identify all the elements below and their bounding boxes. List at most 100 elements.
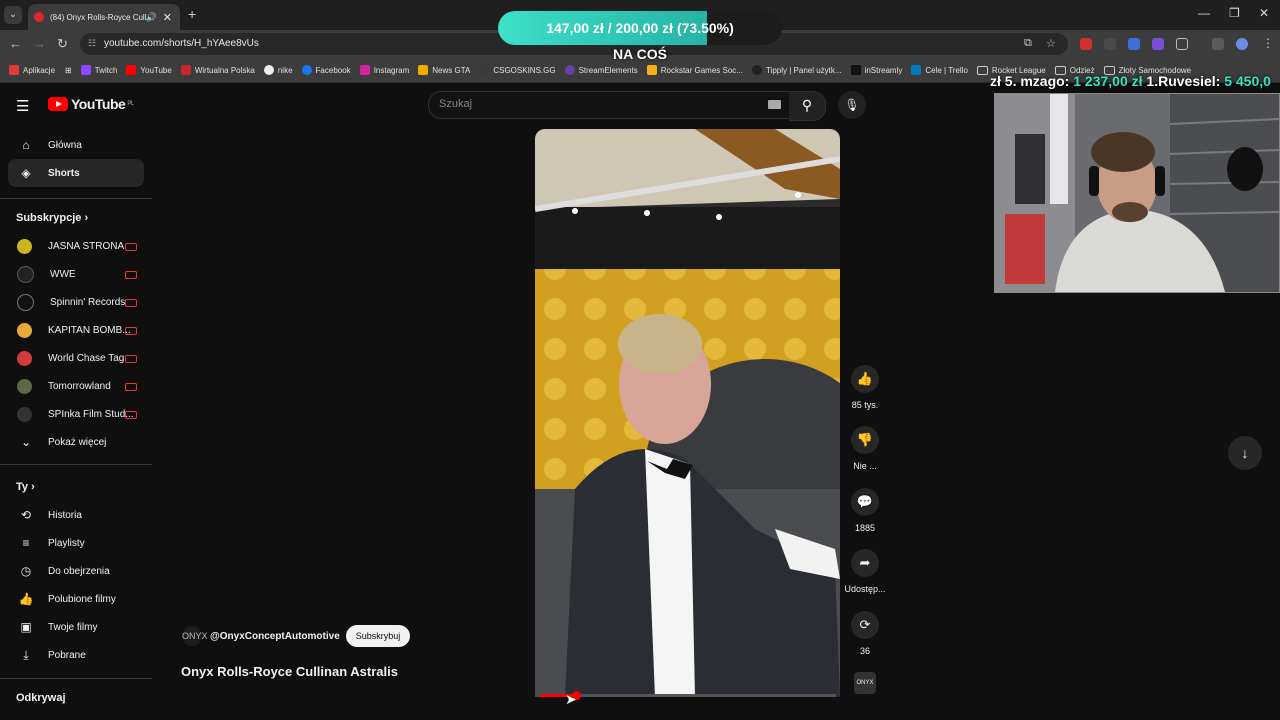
sidebar-item-downloads[interactable]: ⤓ Pobrane xyxy=(0,641,144,669)
minimize-icon[interactable]: — xyxy=(1198,6,1210,20)
comment-icon: 💬 xyxy=(851,488,879,516)
channel-name[interactable]: @OnyxConceptAutomotive xyxy=(210,631,340,642)
comments-button[interactable]: 💬 1885 xyxy=(844,488,886,533)
search-button[interactable]: ⚲ xyxy=(789,91,826,121)
show-more-button[interactable]: ⌄ Pokaż więcej xyxy=(0,428,144,456)
maximize-icon[interactable]: ❐ xyxy=(1229,6,1240,20)
video-title[interactable]: Onyx Rolls-Royce Cullinan Astralis xyxy=(181,664,398,679)
sound-button[interactable]: ONYX xyxy=(844,672,886,701)
bookmark-item[interactable]: News GTA xyxy=(418,65,470,75)
sidebar: ⌂ Główna ◈ Shorts Subskrypcje › JASNA STRO… xyxy=(0,0,152,720)
share-button[interactable]: ➦ Udostęp... xyxy=(844,549,886,594)
profile-avatar[interactable] xyxy=(1236,38,1248,50)
bookmark-item[interactable]: Instagram xyxy=(359,65,409,75)
microphone-icon: 🎙 xyxy=(844,98,860,112)
bookmark-item[interactable]: Wirtualna Polska xyxy=(180,65,255,75)
webcam-frame xyxy=(995,94,1279,292)
extensions-puzzle-icon[interactable] xyxy=(1176,38,1188,50)
remix-button[interactable]: ⟳ 36 xyxy=(844,611,886,656)
extension-blue-icon[interactable] xyxy=(1128,38,1140,50)
subscribe-button[interactable]: Subskrybuj xyxy=(345,625,411,647)
voice-search-button[interactable]: 🎙 xyxy=(838,91,866,119)
next-short-button[interactable]: ↓ xyxy=(1228,436,1262,470)
reading-list-icon[interactable] xyxy=(1212,38,1224,50)
channel-avatar[interactable]: ONYX xyxy=(182,626,208,646)
sidebar-divider xyxy=(0,464,152,465)
arrow-down-icon: ↓ xyxy=(1241,445,1249,461)
sidebar-item-your-videos[interactable]: ▣ Twoje filmy xyxy=(0,613,144,641)
download-icon: ⤓ xyxy=(23,647,29,662)
explore-heading: Odkrywaj xyxy=(16,692,66,704)
sidebar-item-liked[interactable]: 👍 Polubione filmy xyxy=(0,585,144,613)
video-icon: ▣ xyxy=(20,620,32,634)
you-heading[interactable]: Ty › xyxy=(16,481,35,493)
subscription-item[interactable]: SPInka Film Stud... xyxy=(0,400,144,428)
thumbs-down-icon: 👎 xyxy=(851,426,879,454)
browser-menu-icon[interactable]: ⋮ xyxy=(1262,36,1274,50)
extension-grey-icon[interactable] xyxy=(1104,38,1116,50)
live-indicator xyxy=(125,411,137,419)
channel-avatar xyxy=(17,238,32,254)
channel-avatar xyxy=(17,406,32,422)
channel-avatar xyxy=(17,322,32,338)
subscriptions-heading[interactable]: Subskrypcje › xyxy=(16,212,88,224)
search-icon: ⚲ xyxy=(801,97,813,113)
shorts-icon: ◈ xyxy=(21,166,31,180)
short-video-player[interactable] xyxy=(535,129,840,697)
donation-goal-caption: NA COŚ xyxy=(613,46,667,62)
search-placeholder: Szukaj xyxy=(439,98,473,110)
search-input[interactable]: Szukaj xyxy=(428,91,790,119)
channel-avatar xyxy=(17,293,34,311)
live-indicator xyxy=(125,271,137,279)
like-button[interactable]: 👍 85 tys. xyxy=(844,365,886,410)
bookmark-item[interactable]: Facebook xyxy=(301,65,351,75)
bookmark-item[interactable]: Rockstar Games Soc... xyxy=(646,65,743,75)
bookmark-item[interactable]: Cele | Trello xyxy=(911,65,968,75)
video-frame xyxy=(535,129,840,697)
keyboard-icon[interactable] xyxy=(768,100,781,109)
sidebar-item-history[interactable]: ⟲ Historia xyxy=(0,501,144,529)
bookmark-item[interactable]: CSGOSKINS.GG xyxy=(479,65,556,75)
home-icon: ⌂ xyxy=(22,138,30,152)
sidebar-divider xyxy=(0,678,152,679)
subscription-item[interactable]: Spinnin' Records xyxy=(0,288,144,316)
cast-icon[interactable]: ⧉ xyxy=(1024,37,1032,50)
mouse-cursor: ➤ xyxy=(565,691,577,707)
thumbs-up-icon: 👍 xyxy=(851,365,879,393)
new-tab-button[interactable]: + xyxy=(188,6,196,22)
donation-goal-bar: 147,00 zł / 200,00 zł (73.50%) xyxy=(498,11,782,45)
channel-avatar xyxy=(17,378,32,394)
subscription-item[interactable]: World Chase Tag xyxy=(0,344,144,372)
sidebar-item-home[interactable]: ⌂ Główna xyxy=(0,131,144,159)
live-indicator xyxy=(125,243,137,251)
subscription-item[interactable]: JASNA STRONA xyxy=(0,232,144,260)
channel-row: ONYX @OnyxConceptAutomotive Subskrybuj xyxy=(182,625,411,647)
close-tab-icon[interactable]: ✕ xyxy=(163,11,172,24)
streamer-webcam xyxy=(994,93,1280,293)
sidebar-item-watch-later[interactable]: ◷ Do obejrzenia xyxy=(0,557,144,585)
bookmark-star-icon[interactable]: ☆ xyxy=(1046,37,1056,50)
bookmark-item[interactable]: StreamElements xyxy=(564,65,638,75)
live-indicator xyxy=(125,299,137,307)
extension-red-icon[interactable] xyxy=(1080,38,1092,50)
bookmark-item[interactable]: nike xyxy=(263,65,293,75)
dislike-button[interactable]: 👎 Nie ... xyxy=(844,426,886,471)
history-icon: ⟲ xyxy=(20,508,32,522)
remix-icon: ⟳ xyxy=(851,611,879,639)
channel-avatar xyxy=(17,265,34,283)
chevron-down-icon: ⌄ xyxy=(20,435,32,449)
live-indicator xyxy=(125,327,137,335)
clock-icon: ◷ xyxy=(20,564,32,578)
close-window-icon[interactable]: ✕ xyxy=(1259,6,1269,20)
bookmark-item[interactable]: inStreamly xyxy=(850,65,902,75)
live-indicator xyxy=(125,383,137,391)
subscription-item[interactable]: Tomorrowland xyxy=(0,372,144,400)
subscription-item[interactable]: WWE xyxy=(0,260,144,288)
bookmark-item[interactable]: Tipply | Panel użytk... xyxy=(751,65,842,75)
subscription-item[interactable]: KAPITAN BOMB... xyxy=(0,316,144,344)
sidebar-item-shorts[interactable]: ◈ Shorts xyxy=(8,159,144,187)
channel-avatar xyxy=(17,350,32,366)
extension-purple-icon[interactable] xyxy=(1152,38,1164,50)
video-progress-track[interactable] xyxy=(540,694,836,697)
sidebar-item-playlists[interactable]: ≡ Playlisty xyxy=(0,529,144,557)
